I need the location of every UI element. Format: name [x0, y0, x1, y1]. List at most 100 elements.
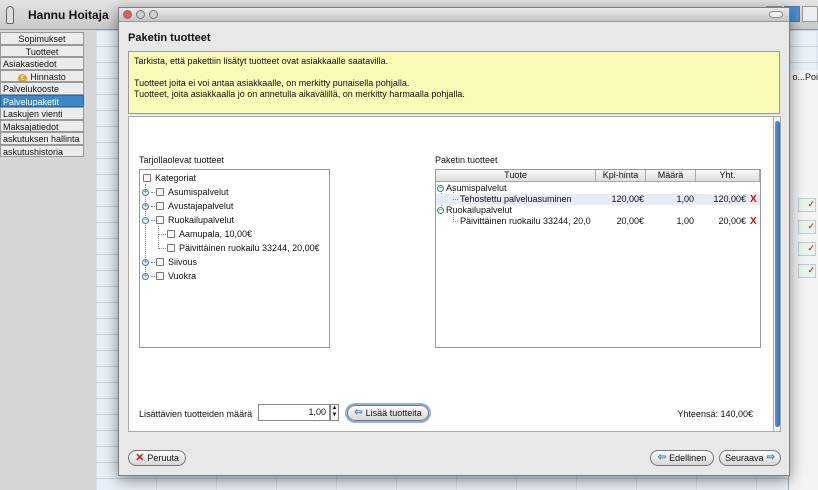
tree-product-item[interactable]: Aamupala, 10,00€	[158, 228, 252, 240]
tree-category-label: Avustajapalvelut	[168, 201, 234, 211]
sidebar-item-label: askutuksen hallinta	[3, 134, 80, 144]
tree-product-label: Aamupala, 10,00€	[179, 229, 253, 239]
expand-icon[interactable]: +	[142, 258, 149, 266]
expand-icon[interactable]: +	[142, 188, 149, 196]
sidebar-item-label: Sopimukset	[18, 34, 66, 44]
package-products-label: Paketin tuotteet	[435, 155, 498, 165]
quantity-label: Lisättävien tuotteiden määrä	[139, 409, 253, 419]
info-box: Tarkista, että pakettiin lisätyt tuottee…	[128, 51, 780, 114]
next-label: Seuraava	[725, 453, 764, 463]
arrow-left-icon: ⇦	[354, 407, 363, 418]
checkbox[interactable]	[156, 216, 164, 224]
sidebar-item-palvelukooste[interactable]: Palvelukooste	[0, 82, 84, 95]
add-products-button[interactable]: ⇦ Lisää tuotteita	[347, 405, 429, 421]
zoom-window-icon[interactable]	[149, 10, 158, 19]
sidebar-item-askutuksen-hallinta[interactable]: askutuksen hallinta	[0, 132, 84, 145]
package-products-dialog: Paketin tuotteet Tarkista, että pakettii…	[118, 7, 790, 476]
table-row[interactable]: Päivittäinen ruokailu 33244, 20,0 20,00€…	[436, 216, 760, 227]
tree-category-label: Asumispalvelut	[168, 187, 229, 197]
table-group-row[interactable]: − Asumispalvelut	[437, 183, 507, 194]
vertical-scrollbar[interactable]	[773, 116, 781, 432]
quantity-cell: 1,00	[676, 194, 694, 204]
collapse-icon[interactable]: −	[142, 216, 149, 224]
sidebar-item-label: Asiakastiedot	[3, 59, 57, 69]
content-panel: Tarjollaolevat tuotteet Paketin tuotteet…	[128, 116, 773, 432]
sidebar-item-sopimukset[interactable]: Sopimukset	[0, 32, 84, 45]
tree-category-avustajapalvelut[interactable]: + Avustajapalvelut	[142, 200, 233, 212]
table-row[interactable]: Tehostettu palveluasuminen 120,00€ 1,00 …	[436, 194, 760, 205]
tree-root-label: Kategoriat	[155, 173, 197, 183]
sidebar-item-label: Tuotteet	[25, 46, 59, 57]
minimize-window-icon[interactable]	[136, 10, 145, 19]
tree-category-label: Ruokailupalvelut	[168, 215, 235, 225]
tree-category-vuokra[interactable]: + Vuokra	[142, 270, 196, 282]
expand-icon[interactable]: +	[142, 202, 149, 210]
next-button[interactable]: Seuraava ⇨	[719, 450, 781, 466]
dialog-title: Paketin tuotteet	[128, 32, 211, 44]
add-products-label: Lisää tuotteita	[365, 408, 422, 418]
column-header-product[interactable]: Tuote	[436, 170, 596, 182]
stepper-up-icon[interactable]: ▲	[331, 405, 338, 412]
sidebar: Sopimukset Tuotteet Asiakastiedot € Hinnasto…	[0, 32, 84, 157]
sidebar-item-asiakastiedot[interactable]: Asiakastiedot	[0, 57, 84, 70]
tree-category-label: Vuokra	[168, 271, 197, 281]
checkbox[interactable]	[156, 258, 164, 266]
tree-category-asumispalvelut[interactable]: + Asumispalvelut	[142, 186, 229, 198]
checkbox[interactable]	[156, 202, 164, 210]
delete-row-icon[interactable]: X	[750, 194, 757, 205]
close-icon: ✕	[135, 452, 145, 464]
info-line: Tuotteet joita ei voi antaa asiakkaalle,…	[134, 78, 410, 88]
collapse-icon[interactable]: −	[437, 185, 444, 192]
tree-category-siivous[interactable]: + Siivous	[142, 256, 197, 268]
previous-button[interactable]: ⇦ Edellinen	[650, 450, 714, 466]
info-line: Tarkista, että pakettiin lisätyt tuottee…	[134, 56, 389, 66]
sidebar-item-hinnasto[interactable]: € Hinnasto	[0, 69, 84, 82]
checkbox[interactable]	[156, 188, 164, 196]
window-titlebar	[119, 8, 789, 22]
column-header-unit-price[interactable]: Kpl-hinta	[596, 170, 646, 182]
group-label: Asumispalvelut	[446, 183, 507, 193]
sidebar-item-askutushistoria[interactable]: askutushistoria	[0, 144, 84, 157]
arrow-right-icon: ⇨	[766, 452, 775, 463]
sidebar-item-label: Maksajatiedot	[3, 121, 59, 132]
flag-icon: ✓	[798, 242, 816, 256]
collapse-icon[interactable]: −	[437, 207, 444, 214]
sidebar-item-palvelupaketit[interactable]: Palvelupaketit	[0, 94, 84, 107]
sidebar-item-tuotteet[interactable]: Tuotteet	[0, 44, 84, 57]
quantity-stepper[interactable]: ▲ ▼	[330, 404, 339, 421]
scrollbar-thumb[interactable]	[775, 121, 780, 427]
tree-product-item[interactable]: Päivittäinen ruokailu 33244, 20,00€	[158, 242, 320, 254]
column-header-quantity[interactable]: Määrä	[646, 170, 696, 182]
total-cell: 20,00€	[718, 216, 746, 226]
total-cell: 120,00€	[713, 194, 746, 204]
available-products-tree[interactable]: Kategoriat + Asumispalvelut + Avustajapa…	[139, 169, 330, 348]
tree-category-label: Siivous	[168, 257, 198, 267]
tree-category-ruokailupalvelut[interactable]: − Ruokailupalvelut	[142, 214, 234, 226]
table-group-row[interactable]: − Ruokailupalvelut	[437, 205, 512, 216]
sidebar-item-label: Laskujen vienti	[3, 109, 63, 119]
quantity-input[interactable]: 1,00	[258, 404, 330, 421]
app-logo-icon	[6, 6, 14, 24]
tree-root[interactable]: Kategoriat	[143, 172, 196, 184]
flag-icon: ✓	[798, 264, 816, 278]
sidebar-item-maksajatiedot[interactable]: Maksajatiedot	[0, 119, 84, 132]
toolbar-button[interactable]	[802, 6, 818, 22]
toolbar-toggle-button[interactable]	[769, 11, 783, 18]
checkbox[interactable]	[156, 272, 164, 280]
checkbox[interactable]	[143, 174, 151, 182]
column-header-total[interactable]: Yht.	[696, 170, 760, 182]
expand-icon[interactable]: +	[142, 272, 149, 280]
info-line: Tuotteet, joita asiakkaalla jo on annetu…	[134, 89, 465, 99]
delete-row-icon[interactable]: X	[750, 216, 757, 227]
package-products-table[interactable]: Tuote Kpl-hinta Määrä Yht. − Asumispalve…	[435, 169, 761, 348]
available-products-label: Tarjollaolevat tuotteet	[139, 155, 225, 165]
checkbox[interactable]	[167, 244, 175, 252]
sidebar-item-laskujen-vienti[interactable]: Laskujen vienti	[0, 107, 84, 120]
cancel-label: Peruuta	[147, 453, 179, 463]
product-cell: Päivittäinen ruokailu 33244, 20,0	[460, 216, 591, 226]
close-window-icon[interactable]	[123, 10, 132, 19]
background-column-header: o...Poi	[792, 72, 818, 82]
cancel-button[interactable]: ✕ Peruuta	[128, 450, 186, 466]
checkbox[interactable]	[167, 230, 175, 238]
stepper-down-icon[interactable]: ▼	[331, 412, 338, 419]
